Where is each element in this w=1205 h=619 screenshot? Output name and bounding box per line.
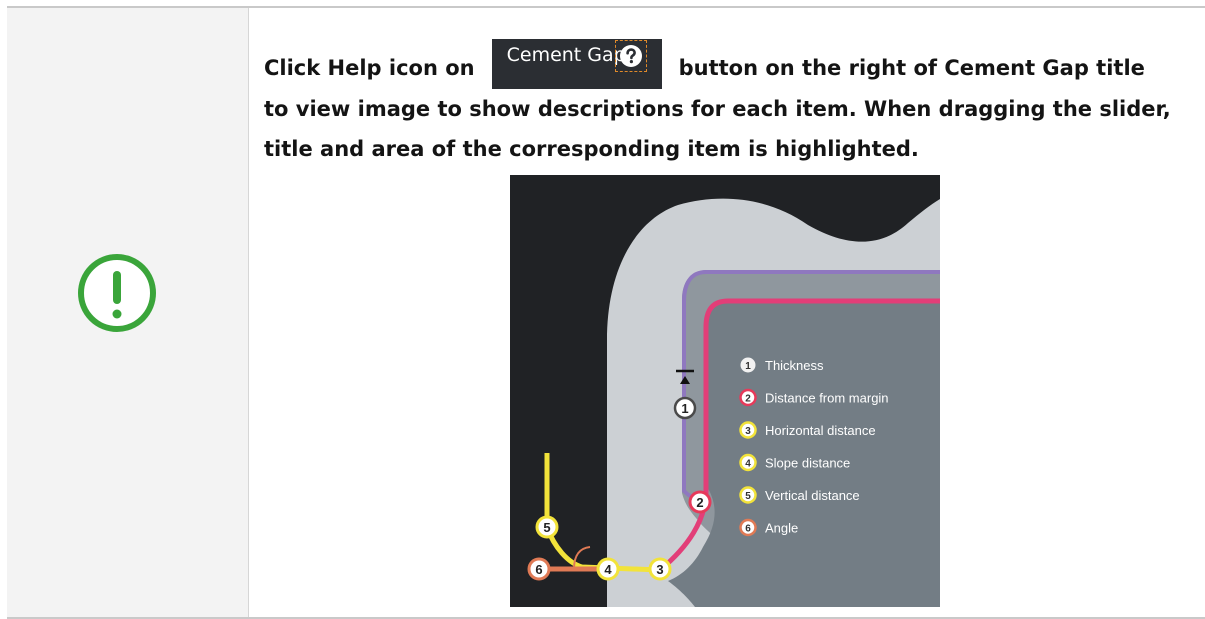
legend-number: 4 — [745, 459, 751, 470]
marker-1-label: 1 — [681, 401, 688, 416]
legend-number: 6 — [745, 524, 751, 535]
legend-label: Thickness — [765, 358, 824, 373]
legend-number: 3 — [745, 426, 751, 437]
legend-number: 5 — [745, 491, 751, 502]
legend-number: 2 — [745, 394, 751, 405]
instruction-prefix: Click Help icon on — [264, 56, 475, 80]
instruction-suffix: button on the right of Cement Gap title — [678, 56, 1145, 80]
legend-label: Distance from margin — [765, 391, 889, 406]
column-divider — [248, 8, 249, 617]
instruction-line-2: to view image to show descriptions for e… — [264, 97, 1171, 121]
instruction-line-1: Click Help icon on Cement Gap button on th… — [264, 39, 1194, 89]
legend-label: Vertical distance — [765, 488, 860, 503]
legend-item: 6 Angle — [739, 518, 798, 537]
marker-2-label: 2 — [696, 495, 703, 510]
help-highlight-box — [614, 40, 647, 72]
cement-gap-label: Cement Gap — [506, 44, 626, 66]
marker-3: 3 — [648, 557, 672, 581]
cement-gap-diagram: 1 2 5 3 4 6 1 Thickness 2 Distance from mar… — [510, 175, 940, 607]
legend-label: Horizontal distance — [765, 423, 876, 438]
marker-5-label: 5 — [543, 520, 550, 535]
marker-4: 4 — [596, 557, 620, 581]
exclamation-icon — [76, 252, 158, 334]
legend-number: 1 — [745, 361, 751, 372]
marker-3-label: 3 — [656, 562, 663, 577]
marker-6: 6 — [527, 557, 551, 581]
marker-6-label: 6 — [535, 562, 542, 577]
legend-label: Slope distance — [765, 456, 850, 471]
marker-5: 5 — [535, 515, 559, 539]
legend-label: Angle — [765, 521, 798, 536]
instruction-line-3: title and area of the corresponding item… — [264, 137, 919, 161]
help-icon — [619, 45, 642, 67]
cement-gap-button-image: Cement Gap — [491, 39, 662, 89]
instruction-text: Click Help icon on Cement Gap button on th… — [264, 39, 1194, 169]
marker-2: 2 — [688, 490, 712, 514]
marker-4-label: 4 — [604, 562, 612, 577]
marker-1: 1 — [673, 396, 697, 420]
